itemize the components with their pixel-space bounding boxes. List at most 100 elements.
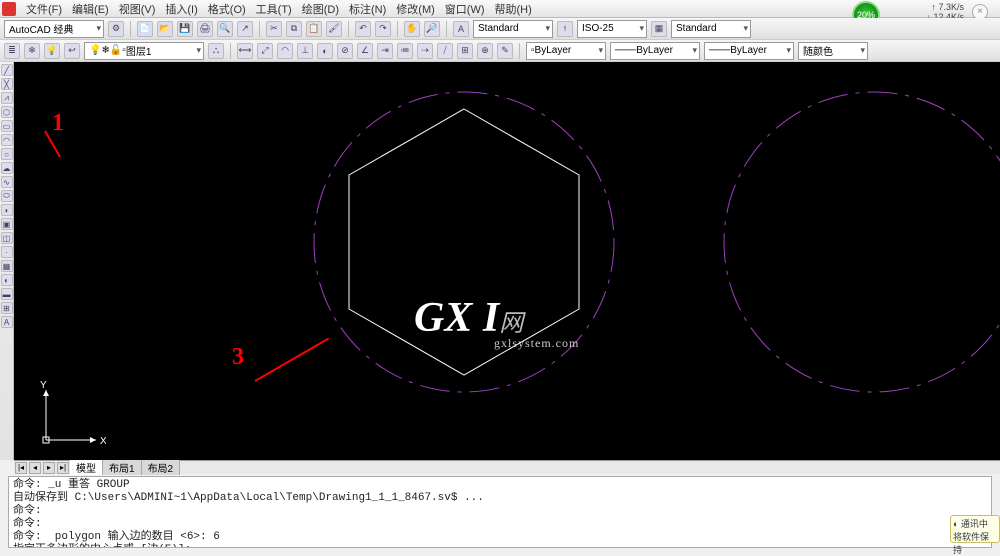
balloon-title: ◐ 通讯中: [953, 517, 997, 530]
workspace-settings-icon[interactable]: ⚙: [108, 21, 124, 37]
tablestyle-icon[interactable]: ▦: [651, 21, 667, 37]
dim-baseline-icon[interactable]: ≔: [397, 43, 413, 59]
dim-angular-icon[interactable]: ∠: [357, 43, 373, 59]
app-icon: [2, 2, 16, 16]
print-icon[interactable]: 🖨: [197, 21, 213, 37]
cut-icon[interactable]: ✂: [266, 21, 282, 37]
layer-name: 图层1: [126, 43, 152, 58]
lineweight-dropdown[interactable]: ─── ByLayer: [704, 42, 794, 60]
tolerance-icon[interactable]: ⊞: [457, 43, 473, 59]
insert-block-icon[interactable]: ▣: [1, 218, 13, 230]
left-dashed-circle[interactable]: [314, 92, 614, 392]
layer-freeze-icon[interactable]: ❄: [24, 43, 40, 59]
menu-format[interactable]: 格式(O): [204, 1, 250, 17]
textstyle-dropdown[interactable]: Standard: [473, 20, 553, 38]
tab-layout2[interactable]: 布局2: [142, 460, 181, 475]
tab-nav-first-icon[interactable]: |◂: [15, 462, 27, 474]
xline-icon[interactable]: ╳: [1, 78, 13, 90]
line-icon[interactable]: ╱: [1, 64, 13, 76]
hexagon[interactable]: [349, 109, 579, 375]
publish-icon[interactable]: ↗: [237, 21, 253, 37]
circle-icon[interactable]: ○: [1, 148, 13, 160]
table-icon[interactable]: ⊞: [1, 302, 13, 314]
net-up: ↑ 7.3K/s: [926, 2, 964, 12]
dim-continue-icon[interactable]: ⇢: [417, 43, 433, 59]
tab-nav-prev-icon[interactable]: ◂: [29, 462, 41, 474]
menu-edit[interactable]: 编辑(E): [68, 1, 113, 17]
rectangle-icon[interactable]: ▭: [1, 120, 13, 132]
drawing-canvas[interactable]: [14, 62, 1000, 460]
dim-radius-icon[interactable]: ◐: [317, 43, 333, 59]
tab-nav-last-icon[interactable]: ▸|: [57, 462, 69, 474]
linetype-dropdown[interactable]: ─── ByLayer: [610, 42, 700, 60]
polygon-icon[interactable]: ⬡: [1, 106, 13, 118]
toolbar-layers: ≣ ❄ 💡 ↩ 💡❄🔓▫ 图层1 ⛬ ⟷ ⤢ ◠ ⊥ ◐ ⊘ ∠ ⇥ ≔ ⇢ ⧸…: [0, 40, 1000, 62]
dim-arc-icon[interactable]: ◠: [277, 43, 293, 59]
menu-modify[interactable]: 修改(M): [392, 1, 439, 17]
menu-file[interactable]: 文件(F): [22, 1, 66, 17]
tablestyle-dropdown[interactable]: Standard: [671, 20, 751, 38]
dim-break-icon[interactable]: ⧸: [437, 43, 453, 59]
layer-off-icon[interactable]: 💡: [44, 43, 60, 59]
dim-diameter-icon[interactable]: ⊘: [337, 43, 353, 59]
menu-dim[interactable]: 标注(N): [345, 1, 390, 17]
open-icon[interactable]: 📂: [157, 21, 173, 37]
new-icon[interactable]: 📄: [137, 21, 153, 37]
toolbar-standard: AutoCAD 经典 ⚙ 📄 📂 💾 🖨 🔍 ↗ ✂ ⧉ 📋 🖌 ↶ ↷ ✋ 🔎…: [0, 18, 1000, 40]
zoom-icon[interactable]: 🔎: [424, 21, 440, 37]
dim-aligned-icon[interactable]: ⤢: [257, 43, 273, 59]
point-icon[interactable]: ·: [1, 246, 13, 258]
layer-dropdown[interactable]: 💡❄🔓▫ 图层1: [84, 42, 204, 60]
arc-icon[interactable]: ◠: [1, 134, 13, 146]
workspace-dropdown[interactable]: AutoCAD 经典: [4, 20, 104, 38]
dimstyle-dropdown[interactable]: ISO-25: [577, 20, 647, 38]
hatch-icon[interactable]: ▦: [1, 260, 13, 272]
drawing-area[interactable]: X Y GX I网 gxlsystem.com: [14, 62, 1000, 460]
copy-icon[interactable]: ⧉: [286, 21, 302, 37]
layer-states-icon[interactable]: ⛬: [208, 43, 224, 59]
redo-icon[interactable]: ↷: [375, 21, 391, 37]
menu-tools[interactable]: 工具(T): [252, 1, 296, 17]
save-icon[interactable]: 💾: [177, 21, 193, 37]
layer-mgr-icon[interactable]: ≣: [4, 43, 20, 59]
revcloud-icon[interactable]: ☁: [1, 162, 13, 174]
dim-edit-icon[interactable]: ✎: [497, 43, 513, 59]
make-block-icon[interactable]: ◫: [1, 232, 13, 244]
region-icon[interactable]: ▬: [1, 288, 13, 300]
match-icon[interactable]: 🖌: [326, 21, 342, 37]
ellipse-icon[interactable]: ⬭: [1, 190, 13, 202]
dim-quick-icon[interactable]: ⇥: [377, 43, 393, 59]
menu-window[interactable]: 窗口(W): [441, 1, 489, 17]
color-dropdown[interactable]: ▫ ByLayer: [526, 42, 606, 60]
layout-tabs: |◂ ◂ ▸ ▸| 模型 布局1 布局2: [14, 460, 1000, 474]
polyline-icon[interactable]: ⩘: [1, 92, 13, 104]
center-mark-icon[interactable]: ⊕: [477, 43, 493, 59]
menu-draw[interactable]: 绘图(D): [298, 1, 343, 17]
menu-insert[interactable]: 插入(I): [161, 1, 201, 17]
spline-icon[interactable]: ∿: [1, 176, 13, 188]
menu-view[interactable]: 视图(V): [115, 1, 160, 17]
tab-model[interactable]: 模型: [70, 460, 103, 475]
gradient-icon[interactable]: ◐: [1, 274, 13, 286]
plotstyle-dropdown[interactable]: 随颜色: [798, 42, 868, 60]
ellipse-arc-icon[interactable]: ◗: [1, 204, 13, 216]
dim-linear-icon[interactable]: ⟷: [237, 43, 253, 59]
dimstyle-icon[interactable]: ⟊: [557, 21, 573, 37]
undo-icon[interactable]: ↶: [355, 21, 371, 37]
preview-icon[interactable]: 🔍: [217, 21, 233, 37]
paste-icon[interactable]: 📋: [306, 21, 322, 37]
dim-ordinate-icon[interactable]: ⊥: [297, 43, 313, 59]
right-dashed-circle[interactable]: [724, 92, 1000, 392]
layer-prev-icon[interactable]: ↩: [64, 43, 80, 59]
textstyle-aa-icon[interactable]: A: [453, 21, 469, 37]
draw-toolbar: ╱ ╳ ⩘ ⬡ ▭ ◠ ○ ☁ ∿ ⬭ ◗ ▣ ◫ · ▦ ◐ ▬ ⊞ A: [0, 62, 14, 460]
mtext-icon[interactable]: A: [1, 316, 13, 328]
menu-bar: 文件(F) 编辑(E) 视图(V) 插入(I) 格式(O) 工具(T) 绘图(D…: [0, 0, 1000, 18]
balloon-text: 将软件保持: [953, 530, 997, 556]
tab-layout1[interactable]: 布局1: [103, 460, 142, 475]
notification-balloon[interactable]: ◐ 通讯中 将软件保持: [950, 515, 1000, 543]
command-line[interactable]: 命令: _u 重答 GROUP 自动保存到 C:\Users\ADMINI~1\…: [8, 476, 992, 548]
tab-nav-next-icon[interactable]: ▸: [43, 462, 55, 474]
pan-icon[interactable]: ✋: [404, 21, 420, 37]
menu-help[interactable]: 帮助(H): [491, 1, 536, 17]
